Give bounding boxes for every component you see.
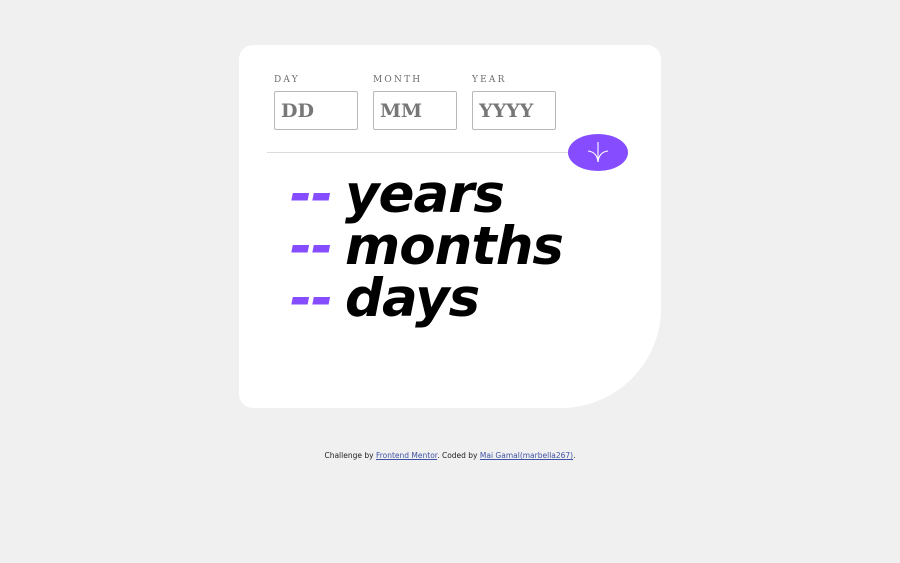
result-months: -- months [290,216,564,277]
day-label: DAY [274,75,300,85]
attribution-footer: Challenge by Frontend Mentor. Coded by M… [0,451,900,460]
age-calculator-card: DAY MONTH YEAR --years --months --days [239,45,661,408]
frontend-mentor-link[interactable]: Frontend Mentor [376,451,437,460]
month-field: MONTH [373,74,457,130]
arrow-down-icon [587,142,609,163]
days-value: -- [290,268,333,329]
attribution-middle: . Coded by [437,451,480,460]
day-field: DAY [274,74,358,130]
attribution-prefix: Challenge by [324,451,376,460]
day-input[interactable] [274,91,358,130]
year-input[interactable] [472,91,556,130]
results: -- years -- months -- days [290,164,564,329]
year-label: YEAR [472,75,507,85]
month-label: MONTH [373,75,423,85]
year-field: YEAR [472,74,556,130]
days-unit: days [345,268,480,329]
months-value: -- [290,216,333,277]
author-link[interactable]: Mai Gamal(marbella267) [480,451,573,460]
result-days: -- days [290,268,563,329]
result-years: -- years [290,164,563,225]
month-input[interactable] [373,91,457,130]
submit-button[interactable] [568,134,628,171]
divider [267,152,597,153]
years-value: -- [290,164,333,225]
attribution-suffix: . [573,451,576,460]
